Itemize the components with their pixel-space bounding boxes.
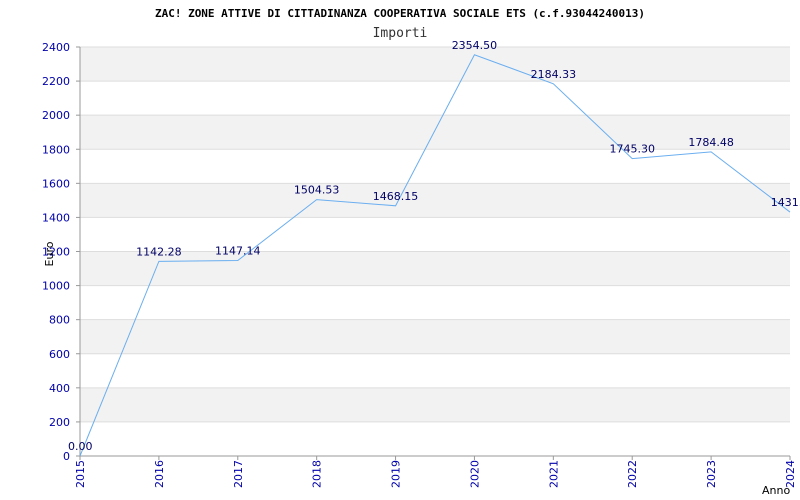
x-tick-label: 2018	[311, 460, 324, 488]
data-label: 0.00	[68, 440, 93, 453]
data-label: 2354.50	[452, 39, 498, 52]
grid-band	[80, 251, 790, 286]
y-tick-label: 400	[49, 382, 70, 395]
grid-band	[80, 319, 790, 354]
y-tick-label: 1400	[42, 211, 70, 224]
grid-band	[80, 115, 790, 150]
x-tick-label: 2023	[705, 460, 718, 488]
x-tick-label: 2017	[232, 460, 245, 488]
y-tick-label: 600	[49, 348, 70, 361]
grid-band	[80, 183, 790, 218]
y-tick-label: 2000	[42, 109, 70, 122]
y-tick-label: 2200	[42, 75, 70, 88]
data-label: 1431.5	[771, 196, 800, 209]
x-tick-label: 2015	[74, 460, 87, 488]
x-tick-label: 2022	[626, 460, 639, 488]
x-tick-label: 2020	[468, 460, 481, 488]
line-chart: ZAC! ZONE ATTIVE DI CITTADINANZA COOPERA…	[42, 7, 800, 497]
data-label: 1142.28	[136, 245, 182, 258]
x-axis-label: Anno	[762, 484, 790, 497]
y-tick-label: 1600	[42, 177, 70, 190]
y-tick-label: 200	[49, 416, 70, 429]
y-tick-label: 1000	[42, 280, 70, 293]
x-tick-labels: 2015 2016 2017 2018 2019 2020 2021 2022 2023 2024	[74, 456, 797, 488]
data-label: 1784.48	[688, 136, 734, 149]
y-tick-label: 2400	[42, 41, 70, 54]
data-label: 1468.15	[373, 190, 419, 203]
y-axis-label: Euro	[43, 241, 56, 266]
y-tick-label: 800	[49, 314, 70, 327]
chart-subtitle: Importi	[373, 26, 428, 41]
data-label: 1147.14	[215, 245, 261, 258]
data-label: 2184.33	[531, 68, 577, 81]
data-label: 1745.30	[609, 143, 655, 156]
grid-band	[80, 387, 790, 422]
chart-title: ZAC! ZONE ATTIVE DI CITTADINANZA COOPERA…	[155, 7, 645, 20]
grid-bands	[80, 47, 790, 422]
x-tick-label: 2016	[153, 460, 166, 488]
grid-band	[80, 47, 790, 82]
y-tick-label: 1800	[42, 143, 70, 156]
x-tick-label: 2021	[547, 460, 560, 488]
data-label: 1504.53	[294, 184, 340, 197]
x-tick-label: 2019	[390, 460, 403, 488]
